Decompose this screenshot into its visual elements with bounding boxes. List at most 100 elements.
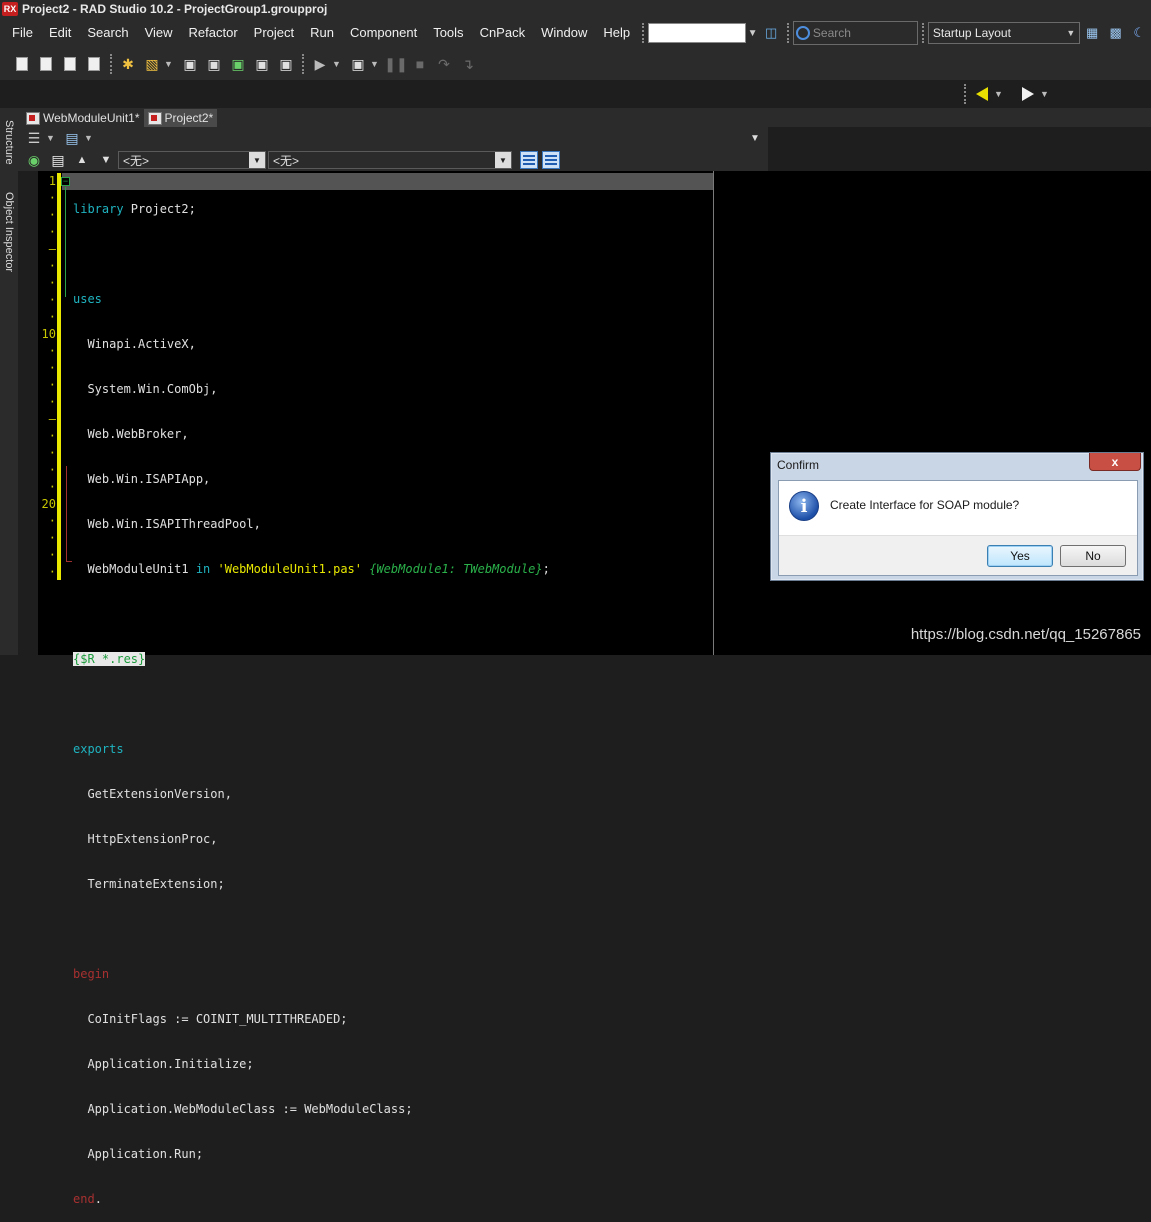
layout-icon[interactable]: ▤: [62, 128, 82, 148]
chevron-down-icon[interactable]: ▼: [164, 59, 174, 69]
line-dot: ·: [48, 395, 56, 409]
line-dash: –: [48, 242, 56, 256]
menu-bar: File Edit Search View Refactor Project R…: [0, 18, 1151, 48]
line-dot: ·: [48, 361, 56, 375]
type-combo[interactable]: <无> ▼: [118, 151, 266, 169]
chevron-down-icon: ▼: [249, 152, 265, 168]
menu-help[interactable]: Help: [595, 18, 638, 48]
step-over-icon[interactable]: ↷: [434, 54, 454, 74]
line-dot: ·: [48, 276, 56, 290]
project-file-icon: [147, 111, 162, 125]
line-dot: ·: [48, 446, 56, 460]
line-dash: –: [48, 412, 56, 426]
tab-project2[interactable]: Project2*: [143, 109, 218, 127]
set-debug-layout-icon[interactable]: ▩: [1107, 24, 1125, 42]
align-center-icon[interactable]: [542, 151, 560, 169]
save-desktop-icon[interactable]: ◫: [762, 24, 780, 42]
save-layout-icon[interactable]: ▦: [1083, 24, 1101, 42]
line-dot: ·: [48, 565, 56, 579]
new-items-icon[interactable]: ✱: [118, 54, 138, 74]
chevron-down-icon[interactable]: ▼: [84, 133, 94, 143]
add-to-project-icon[interactable]: ▣: [228, 54, 248, 74]
search-placeholder: Search: [812, 26, 851, 40]
object-inspector-panel-tab[interactable]: Object Inspector: [3, 192, 15, 272]
dialog-footer: Yes No: [779, 535, 1137, 575]
run-icon[interactable]: ▶: [310, 54, 330, 74]
class-explorer-icon[interactable]: ◉: [24, 150, 44, 170]
chevron-down-icon[interactable]: ▼: [46, 133, 56, 143]
history-toolbar: ▼ ▼: [960, 80, 1054, 108]
menu-search[interactable]: Search: [79, 18, 136, 48]
menu-project[interactable]: Project: [246, 18, 302, 48]
method-combo[interactable]: <无> ▼: [268, 151, 512, 169]
layout-combo[interactable]: Startup Layout ▼: [927, 22, 1081, 44]
open-icon[interactable]: [36, 54, 56, 74]
code-line-15: HttpExtensionProc,: [73, 832, 218, 846]
chevron-down-icon: ▼: [495, 152, 511, 168]
menu-tools[interactable]: Tools: [425, 18, 471, 48]
pause-icon[interactable]: ❚❚: [384, 54, 407, 74]
open-project-icon[interactable]: ▧: [142, 54, 162, 74]
navigate-back-icon[interactable]: [972, 84, 992, 104]
fold-guide-block: [66, 466, 67, 562]
navigate-forward-icon[interactable]: [1018, 84, 1038, 104]
theme-moon-icon[interactable]: ☾: [1130, 24, 1148, 42]
menu-component[interactable]: Component: [342, 18, 425, 48]
remove-file-icon[interactable]: ▣: [276, 54, 296, 74]
app-logo-icon: RX: [2, 2, 18, 16]
menu-refactor[interactable]: Refactor: [181, 18, 246, 48]
line-dot: ·: [48, 259, 56, 273]
menu-run[interactable]: Run: [302, 18, 342, 48]
align-left-icon[interactable]: [520, 151, 538, 169]
no-button[interactable]: No: [1060, 545, 1126, 567]
chevron-down-icon[interactable]: ▼: [750, 133, 760, 144]
code-line-3: uses: [73, 292, 102, 306]
code-line-16: TerminateExtension;: [73, 877, 225, 891]
next-method-icon[interactable]: ▼: [96, 150, 116, 170]
main-toolbar: ✱ ▧ ▼ ▣ ▣ ▣ ▣ ▣ ▶ ▼ ▣ ▼ ❚❚ ■ ↷ ↴: [0, 48, 1151, 80]
reopen-icon[interactable]: [60, 54, 80, 74]
toolbar-grip: [302, 54, 304, 74]
trace-into-icon[interactable]: ↴: [458, 54, 478, 74]
editor-navigation-bar: ◉ ▤ ▲ ▼ <无> ▼ <无> ▼: [18, 149, 768, 171]
chevron-down-icon[interactable]: ▼: [746, 23, 760, 43]
code-lines: library Project2; uses Winapi.ActiveX, S…: [73, 173, 550, 1222]
save-all-icon[interactable]: ▣: [204, 54, 224, 74]
desktop-combo[interactable]: [648, 23, 746, 43]
menu-view[interactable]: View: [137, 18, 181, 48]
chevron-down-icon[interactable]: ▼: [332, 59, 342, 69]
code-line-5: System.Win.ComObj,: [73, 382, 218, 396]
save-icon[interactable]: ▣: [180, 54, 200, 74]
toolbar-grip: [921, 23, 924, 43]
ide-search-input[interactable]: Search: [792, 21, 918, 45]
menu-file[interactable]: File: [0, 18, 41, 48]
code-line-22: Application.Run;: [73, 1147, 204, 1161]
code-line-7: Web.Win.ISAPIApp,: [73, 472, 211, 486]
layout-combo-value: Startup Layout: [932, 26, 1011, 40]
line-number-gutter: 1 · · · – · · · · 10 · · · · – · · · · 2…: [38, 173, 56, 581]
unit-icon[interactable]: ▤: [48, 150, 68, 170]
menu-cnpack[interactable]: CnPack: [472, 18, 534, 48]
close-file-icon[interactable]: [84, 54, 104, 74]
fold-collapse-icon[interactable]: −: [61, 177, 70, 186]
new-file-icon[interactable]: [12, 54, 32, 74]
chevron-down-icon[interactable]: ▼: [370, 59, 380, 69]
yes-button[interactable]: Yes: [987, 545, 1053, 567]
close-icon[interactable]: x: [1089, 453, 1141, 471]
structure-panel-tab[interactable]: Structure: [3, 120, 15, 165]
chevron-down-icon[interactable]: ▼: [1040, 89, 1050, 99]
editor-tab-bar: WebModuleUnit1* Project2*: [18, 108, 1151, 127]
run-without-debug-icon[interactable]: ▣: [348, 54, 368, 74]
chevron-down-icon[interactable]: ▼: [994, 89, 1004, 99]
code-tools-icon[interactable]: ☰: [24, 128, 44, 148]
tab-webmoduleunit1[interactable]: WebModuleUnit1*: [22, 109, 144, 127]
previous-method-icon[interactable]: ▲: [72, 150, 92, 170]
stop-icon[interactable]: ■: [410, 54, 430, 74]
menu-window[interactable]: Window: [533, 18, 595, 48]
add-file-icon[interactable]: ▣: [252, 54, 272, 74]
menu-edit[interactable]: Edit: [41, 18, 79, 48]
